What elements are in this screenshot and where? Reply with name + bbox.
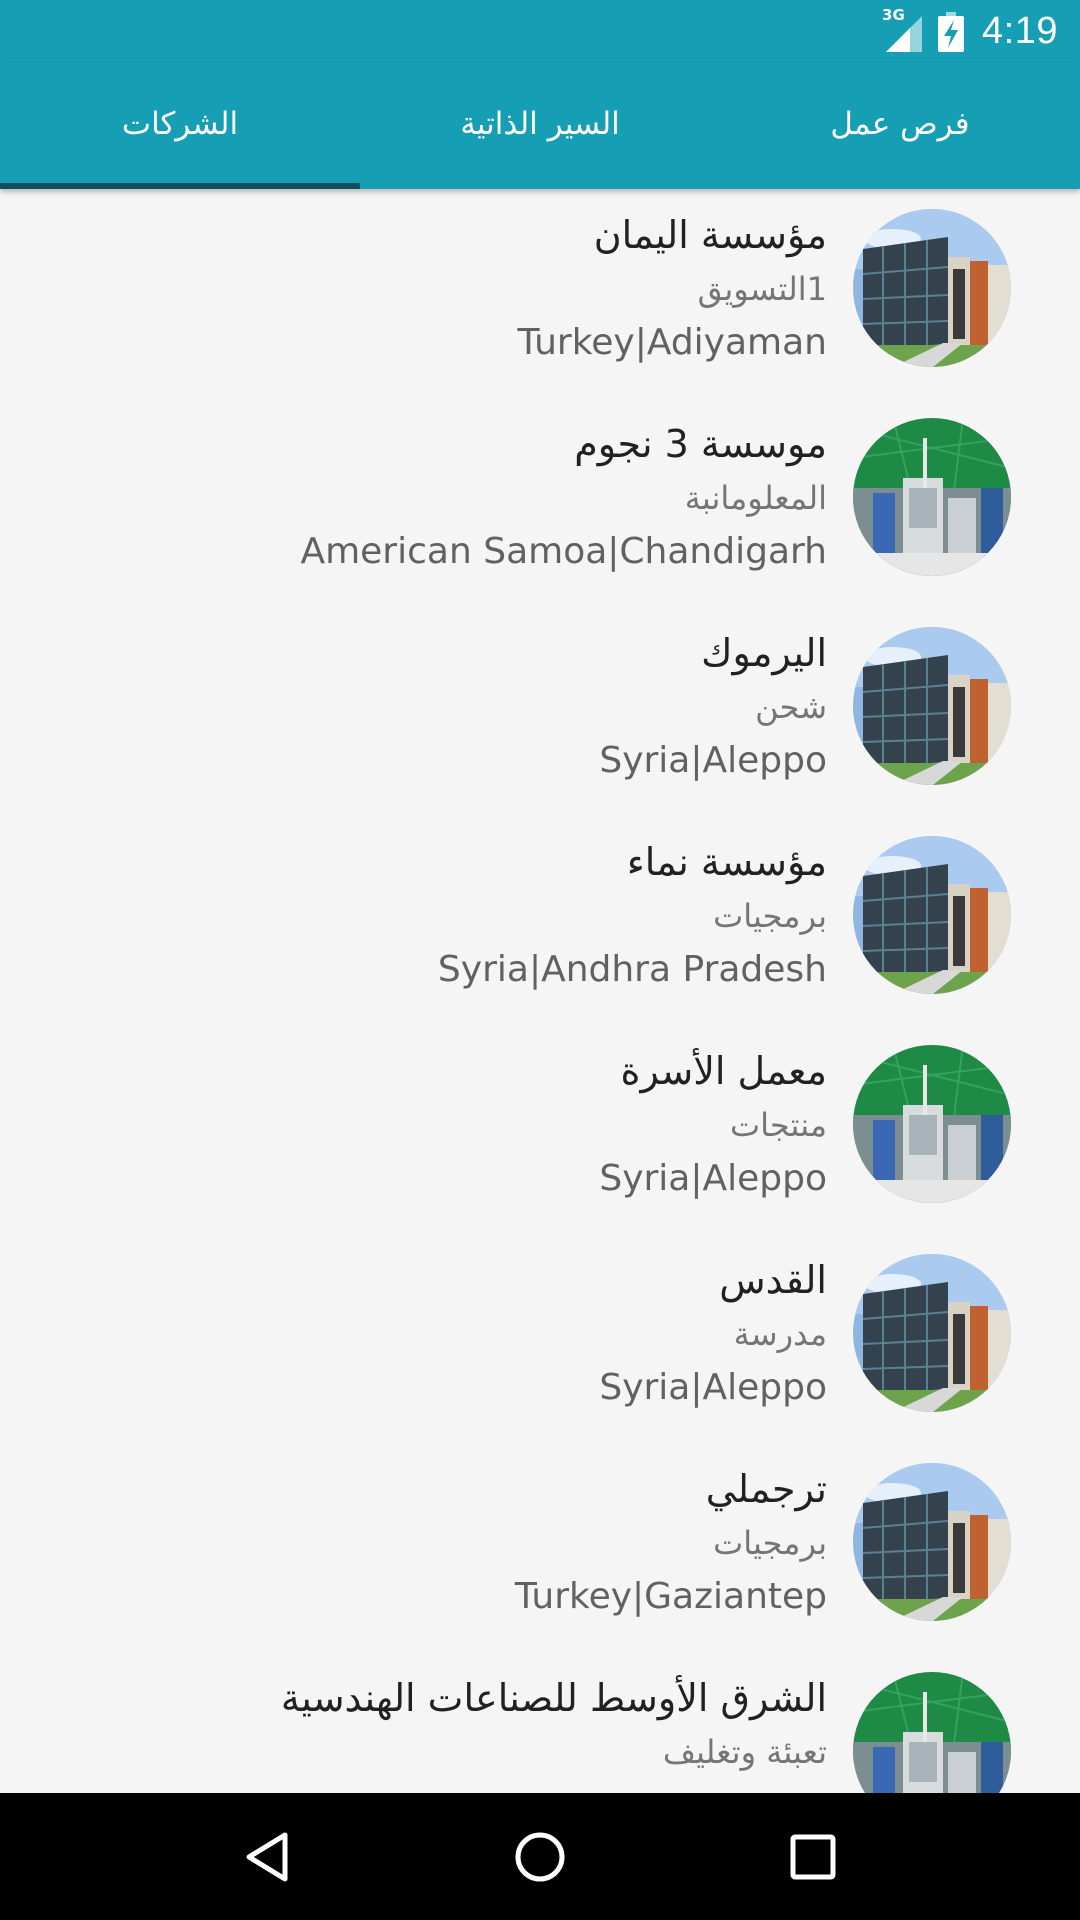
company-category: منتجات bbox=[730, 1106, 827, 1144]
company-logo-building bbox=[853, 1254, 1011, 1412]
company-info: مؤسسة نماء برمجيات Syria|Andhra Pradesh bbox=[27, 834, 827, 998]
company-info: معمل الأسرة منتجات Syria|Aleppo bbox=[27, 1043, 827, 1207]
company-location: Syria|Aleppo bbox=[599, 1158, 827, 1199]
company-location: Syria|Aleppo bbox=[599, 740, 827, 781]
company-category: 1التسويق bbox=[697, 270, 827, 308]
company-list-item[interactable]: ترجملي برمجيات Turkey|Gaziantep bbox=[0, 1443, 1080, 1652]
signal-icon: 3G bbox=[882, 6, 926, 54]
company-info: الشرق الأوسط للصناعات الهندسية تعبئة وتغل… bbox=[27, 1670, 827, 1778]
company-list-item[interactable]: معمل الأسرة منتجات Syria|Aleppo bbox=[0, 1025, 1080, 1234]
company-location: Turkey|Adiyaman bbox=[517, 322, 827, 363]
company-name: القدس bbox=[719, 1258, 827, 1302]
company-info: موسسة 3 نجوم المعلومانبة American Samoa|Ch… bbox=[27, 416, 827, 580]
company-category: المعلومانبة bbox=[684, 479, 827, 517]
company-name: موسسة 3 نجوم bbox=[574, 422, 827, 466]
company-location: American Samoa|Chandigarh bbox=[300, 531, 827, 572]
company-logo-factory bbox=[853, 1045, 1011, 1203]
navigation-bar bbox=[0, 1793, 1080, 1920]
company-logo-building bbox=[853, 836, 1011, 994]
company-list-item[interactable]: القدس مدرسة Syria|Aleppo bbox=[0, 1234, 1080, 1443]
tab-jobs[interactable]: فرص عمل bbox=[720, 63, 1080, 189]
company-list[interactable]: مؤسسة اليمان 1التسويق Turkey|Adiyaman موسس… bbox=[0, 189, 1080, 1793]
company-category: شحن bbox=[755, 688, 827, 726]
company-category: برمجيات bbox=[713, 1524, 827, 1562]
company-location: Syria|Aleppo bbox=[599, 1367, 827, 1408]
company-logo-building bbox=[853, 1463, 1011, 1621]
company-category: برمجيات bbox=[713, 897, 827, 935]
status-bar: 3G 4:19 bbox=[0, 0, 1080, 63]
company-logo-factory bbox=[853, 1672, 1011, 1793]
company-list-item[interactable]: مؤسسة نماء برمجيات Syria|Andhra Pradesh bbox=[0, 816, 1080, 1025]
back-icon bbox=[246, 1832, 288, 1881]
company-logo-building bbox=[853, 209, 1011, 367]
status-icons: 3G 4:19 bbox=[882, 6, 1058, 54]
company-location: Turkey|Gaziantep bbox=[514, 1576, 827, 1617]
home-icon bbox=[515, 1832, 565, 1881]
company-logo-building bbox=[853, 627, 1011, 785]
company-list-item[interactable]: مؤسسة اليمان 1التسويق Turkey|Adiyaman bbox=[0, 189, 1080, 398]
back-button[interactable] bbox=[227, 1817, 307, 1897]
app-screen: 3G 4:19 الشركات السير الذاتية فرص عمل مؤ… bbox=[0, 0, 1080, 1920]
company-name: مؤسسة اليمان bbox=[593, 213, 827, 257]
recents-button[interactable] bbox=[773, 1817, 853, 1897]
company-name: اليرموك bbox=[701, 631, 827, 675]
company-name: مؤسسة نماء bbox=[626, 840, 827, 884]
tab-bar: الشركات السير الذاتية فرص عمل bbox=[0, 63, 1080, 189]
company-list-item[interactable]: اليرموك شحن Syria|Aleppo bbox=[0, 607, 1080, 816]
tab-resumes[interactable]: السير الذاتية bbox=[360, 63, 720, 189]
tab-companies[interactable]: الشركات bbox=[0, 63, 360, 189]
recents-icon bbox=[790, 1834, 836, 1879]
company-category: تعبئة وتغليف bbox=[662, 1733, 827, 1771]
clock: 4:19 bbox=[982, 10, 1058, 52]
company-info: القدس مدرسة Syria|Aleppo bbox=[27, 1252, 827, 1416]
company-info: مؤسسة اليمان 1التسويق Turkey|Adiyaman bbox=[27, 207, 827, 371]
company-list-item[interactable]: الشرق الأوسط للصناعات الهندسية تعبئة وتغل… bbox=[0, 1652, 1080, 1793]
company-name: الشرق الأوسط للصناعات الهندسية bbox=[280, 1676, 827, 1720]
company-location: Syria|Andhra Pradesh bbox=[437, 949, 827, 990]
company-info: ترجملي برمجيات Turkey|Gaziantep bbox=[27, 1461, 827, 1625]
company-logo-factory bbox=[853, 418, 1011, 576]
company-list-item[interactable]: موسسة 3 نجوم المعلومانبة American Samoa|Ch… bbox=[0, 398, 1080, 607]
company-category: مدرسة bbox=[733, 1315, 827, 1353]
company-name: معمل الأسرة bbox=[620, 1049, 827, 1093]
company-info: اليرموك شحن Syria|Aleppo bbox=[27, 625, 827, 789]
home-button[interactable] bbox=[500, 1817, 580, 1897]
battery-icon bbox=[938, 11, 965, 52]
company-name: ترجملي bbox=[705, 1467, 827, 1511]
